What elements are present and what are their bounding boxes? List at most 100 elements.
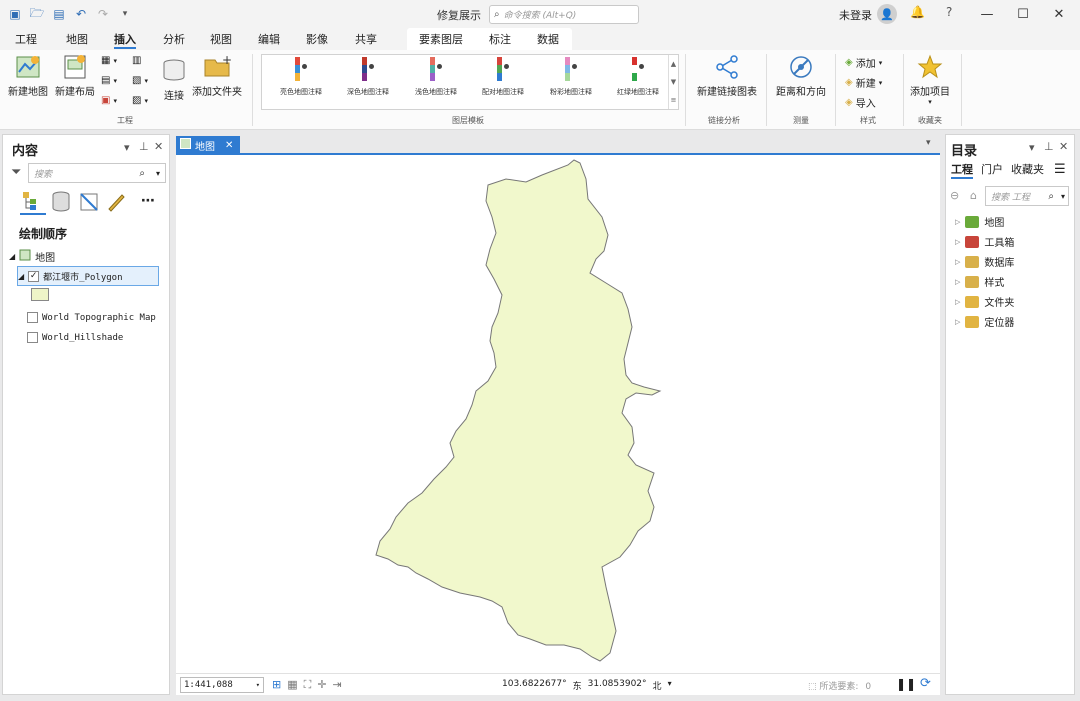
layer-template-item[interactable]: 配对地图注释	[470, 57, 536, 97]
catalog-item[interactable]: ▷ 地图	[955, 214, 1004, 229]
add-folder-button[interactable]: + 添加文件夹	[192, 54, 242, 98]
chevron-down-icon[interactable]: ▾	[156, 169, 160, 178]
pane-options-icon[interactable]: ▾	[1029, 141, 1035, 154]
tab-feature-layer[interactable]: 要素图层	[419, 31, 463, 49]
collapse-icon[interactable]: ◢	[18, 272, 24, 281]
chevron-down-icon[interactable]: ▾	[1061, 192, 1065, 201]
catalog-item[interactable]: ▷ 工具箱	[955, 234, 1014, 249]
expand-icon[interactable]: ▷	[955, 258, 960, 266]
list-by-selection-icon[interactable]	[78, 191, 100, 216]
snapping-icon[interactable]: ⛶	[304, 678, 312, 692]
tab-view[interactable]: 视图	[210, 31, 232, 49]
avatar[interactable]: 👤	[877, 4, 897, 24]
layer-row[interactable]: ◢ ✓ 都江堰市_Polygon	[17, 266, 159, 286]
layer-template-item[interactable]: 粉彩地图注释	[538, 57, 604, 97]
new-link-chart-button[interactable]: 新建链接图表	[697, 54, 757, 98]
new-project-icon[interactable]: ▣	[6, 5, 24, 23]
layer-template-item[interactable]: 浅色地图注释	[403, 57, 469, 97]
layer-visibility-checkbox[interactable]	[27, 332, 38, 343]
dujiangyan-polygon[interactable]	[375, 159, 662, 662]
tab-catalog-portal[interactable]: 门户	[981, 161, 1003, 179]
contents-search-input[interactable]: 搜索 ⌕ ▾	[28, 163, 166, 183]
pin-icon[interactable]: ⊥	[1044, 140, 1054, 153]
tab-data[interactable]: 数据	[537, 31, 559, 49]
scroll-down-icon[interactable]: ▼	[671, 78, 676, 86]
tab-map[interactable]: 地图	[66, 31, 88, 49]
new-layout-button[interactable]: 新建布局	[55, 54, 95, 98]
toolbar-more-button[interactable]: ▨ ▾	[132, 95, 148, 106]
tab-analysis[interactable]: 分析	[163, 31, 185, 49]
tab-imagery[interactable]: 影像	[306, 31, 328, 49]
list-by-editing-icon[interactable]	[105, 191, 127, 216]
new-style-button[interactable]: ◈ 新建 ▾	[845, 75, 882, 90]
pan-icon[interactable]: ⇥	[333, 678, 342, 692]
connect-button[interactable]: 连接	[160, 58, 188, 102]
expand-icon[interactable]: ▷	[955, 278, 960, 286]
close-window-button[interactable]: ✕	[1046, 4, 1072, 24]
map-svg[interactable]	[176, 155, 940, 673]
expand-gallery-icon[interactable]: ≡	[671, 96, 677, 104]
layer-template-item[interactable]: 红绿地图注释	[605, 57, 671, 97]
more-options-icon[interactable]: ⋯	[141, 193, 155, 209]
expand-icon[interactable]: ▷	[955, 218, 960, 226]
new-report-button[interactable]: ▦ ▾	[101, 55, 117, 66]
tab-catalog-project[interactable]: 工程	[951, 161, 973, 179]
coordinate-format-dropdown-icon[interactable]: ▾	[668, 679, 672, 692]
help-icon[interactable]: ?	[946, 5, 952, 19]
tab-overflow-icon[interactable]: ▾	[926, 138, 931, 148]
add-style-button[interactable]: ◈ 添加 ▾	[845, 55, 882, 70]
tab-share[interactable]: 共享	[355, 31, 377, 49]
close-icon[interactable]: ✕	[1059, 140, 1068, 153]
task-button[interactable]: ▥	[132, 55, 141, 66]
tab-edit[interactable]: 编辑	[258, 31, 280, 49]
toolbox-button[interactable]: ▤ ▾	[101, 75, 117, 86]
close-icon[interactable]: ✕	[154, 140, 163, 153]
open-folder-icon[interactable]: 🗁	[28, 5, 46, 23]
scale-dropdown[interactable]: 1:441,088 ▾	[180, 677, 264, 693]
expand-icon[interactable]: ▷	[955, 298, 960, 306]
layer-visibility-checkbox[interactable]	[27, 312, 38, 323]
undo-icon[interactable]: ↶	[72, 5, 90, 23]
crosshair-icon[interactable]: ✛	[317, 678, 326, 692]
layer-template-item[interactable]: 亮色地图注释	[268, 57, 334, 97]
layer-symbol-swatch[interactable]	[31, 288, 49, 301]
layer-row[interactable]: World_Hillshade	[27, 332, 123, 343]
map-canvas[interactable]	[176, 155, 940, 673]
layer-visibility-checkbox[interactable]: ✓	[28, 270, 40, 282]
refresh-icon[interactable]: ⟳	[920, 676, 931, 691]
collapse-icon[interactable]: ◢	[9, 252, 15, 261]
minimize-button[interactable]: —	[974, 4, 1000, 24]
tab-insert[interactable]: 插入	[114, 31, 136, 49]
redo-icon[interactable]: ↷	[94, 5, 112, 23]
tab-map-view[interactable]: 地图 ✕	[176, 136, 240, 154]
notifications-bell-icon[interactable]: 🔔	[910, 5, 925, 19]
expand-icon[interactable]: ▷	[955, 238, 960, 246]
catalog-item[interactable]: ▷ 样式	[955, 274, 1004, 289]
layer-row[interactable]: World Topographic Map	[27, 312, 156, 323]
catalog-item[interactable]: ▷ 定位器	[955, 314, 1014, 329]
new-map-button[interactable]: 新建地图	[8, 54, 48, 98]
scroll-up-icon[interactable]: ▲	[671, 60, 676, 68]
import-style-button[interactable]: ◈ 导入	[845, 95, 876, 110]
maximize-button[interactable]: ☐	[1010, 4, 1036, 24]
notebook-button[interactable]: ▧ ▾	[132, 75, 148, 86]
hamburger-menu-icon[interactable]: ☰	[1054, 162, 1066, 177]
expand-icon[interactable]: ▷	[955, 318, 960, 326]
save-icon[interactable]: ▤	[50, 5, 68, 23]
pane-options-icon[interactable]: ▾	[124, 141, 130, 154]
layer-template-item[interactable]: 深色地图注释	[335, 57, 401, 97]
back-icon[interactable]: ⊖	[950, 189, 959, 202]
list-by-source-icon[interactable]	[50, 191, 72, 216]
pin-icon[interactable]: ⊥	[139, 140, 149, 153]
sign-in-status[interactable]: 未登录	[839, 7, 872, 23]
grid-icon[interactable]: ▦	[287, 678, 297, 692]
catalog-search-input[interactable]: 搜索 工程 ⌕ ▾	[985, 186, 1069, 206]
tab-catalog-favorites[interactable]: 收藏夹	[1011, 161, 1044, 179]
filter-icon[interactable]: ⏷	[11, 165, 21, 180]
catalog-item[interactable]: ▷ 文件夹	[955, 294, 1014, 309]
tab-labeling[interactable]: 标注	[489, 31, 511, 49]
distance-direction-button[interactable]: 距离和方向	[776, 54, 826, 98]
add-item-button[interactable]: 添加项目 ▾	[910, 54, 950, 106]
list-by-drawing-order-icon[interactable]	[20, 190, 46, 215]
fixed-scale-icon[interactable]: ⊞	[272, 678, 281, 692]
